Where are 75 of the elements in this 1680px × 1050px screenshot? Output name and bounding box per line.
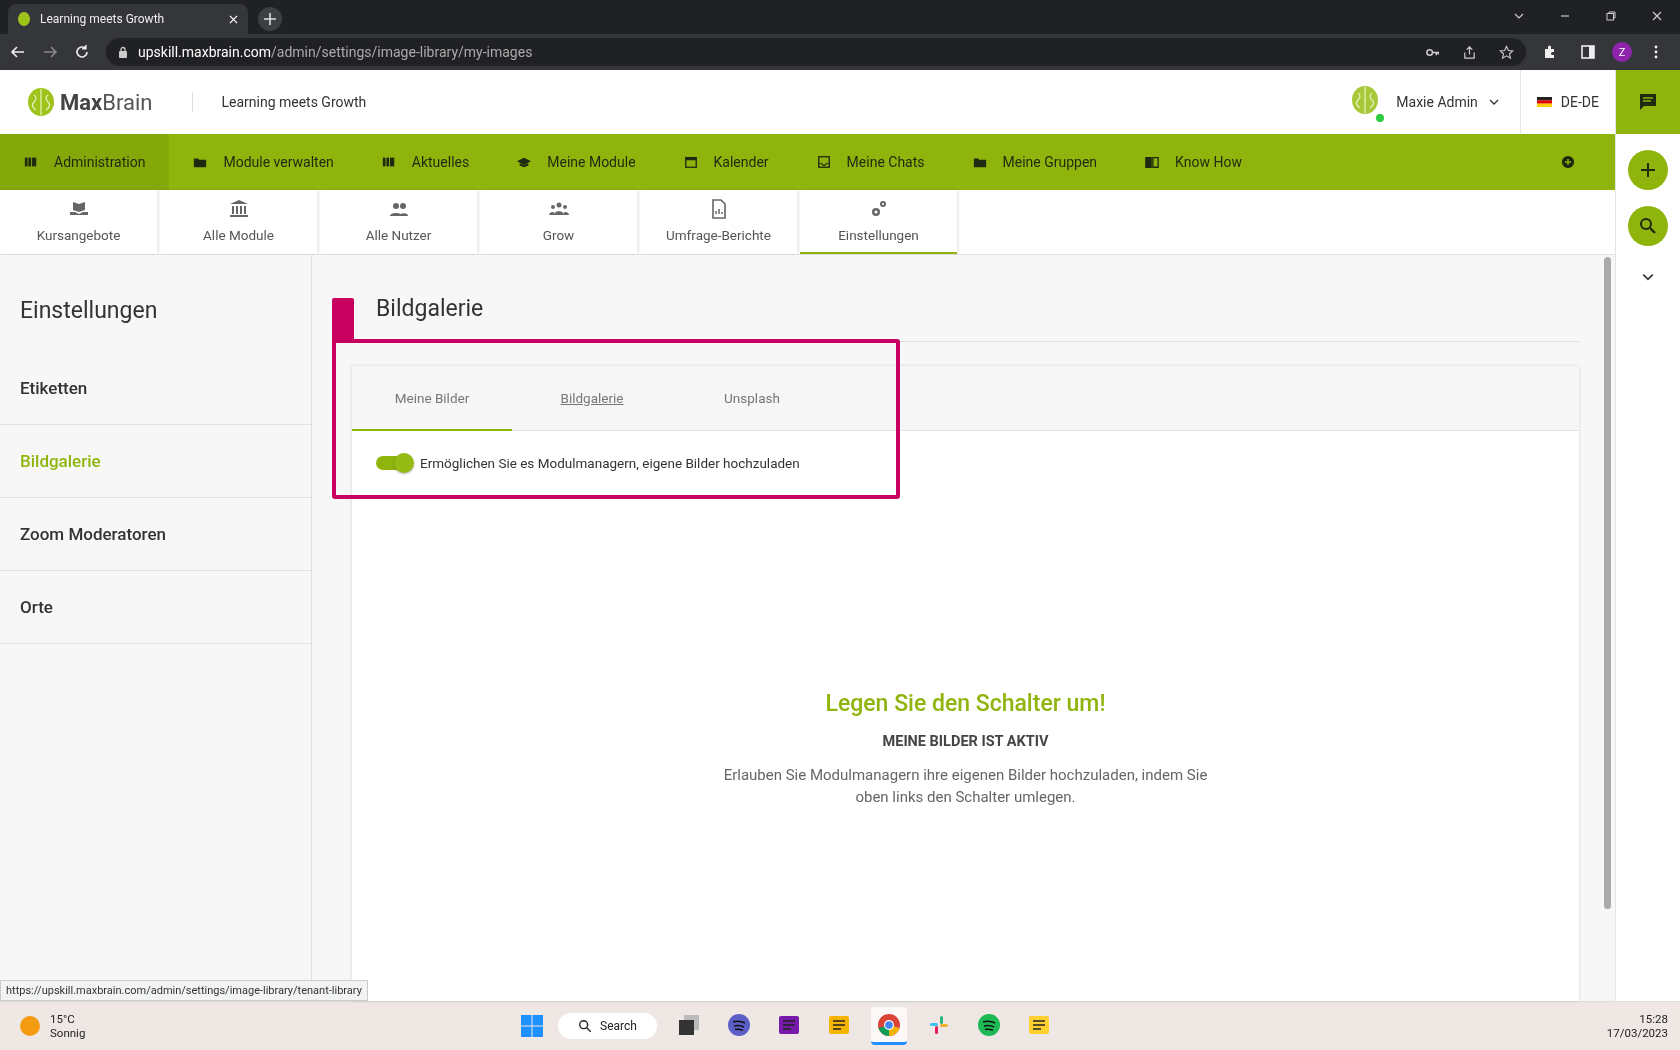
scrollbar[interactable] <box>1603 257 1611 909</box>
empty-state-heading: Legen Sie den Schalter um! <box>825 690 1106 717</box>
share-icon[interactable] <box>1462 44 1477 60</box>
weather-condition: Sonnig <box>50 1026 86 1040</box>
back-icon[interactable] <box>10 44 26 60</box>
plus-circle-icon[interactable] <box>1561 155 1575 169</box>
chat-button[interactable] <box>1616 70 1680 134</box>
subnav-tab[interactable]: Kursangebote <box>0 190 157 254</box>
empty-state-description: Erlauben Sie Modulmanagern ihre eigenen Bilder hochzuladen, indem Sie oben links den Schalter umlegen. <box>722 765 1209 808</box>
sun-icon <box>20 1016 40 1036</box>
temperature: 15°C <box>50 1012 76 1026</box>
reload-icon[interactable] <box>74 44 90 60</box>
sidebar-title: Einstellungen <box>19 296 159 326</box>
search-icon <box>578 1019 592 1033</box>
calendar-icon <box>683 155 698 169</box>
tab-title: Learning meets Growth <box>40 12 166 26</box>
title-marker <box>332 298 354 342</box>
logo[interactable]: MaxBrain <box>60 89 153 115</box>
app-icon <box>726 1012 751 1037</box>
bank-icon <box>228 199 249 219</box>
status-url: https://upskill.maxbrain.com/admin/settings/image-library/tenant-library <box>0 980 368 1001</box>
plus-icon <box>1638 160 1658 180</box>
profile-avatar[interactable]: Z <box>1612 42 1632 62</box>
sidebar-item[interactable]: Zoom Moderatoren <box>0 498 311 571</box>
subnav-tab[interactable]: Umfrage-Berichte <box>640 190 797 254</box>
clock-time: 15:28 <box>1639 1012 1668 1026</box>
address-field[interactable]: upskill.maxbrain.com/admin/settings/image-library/my-images <box>106 38 1526 66</box>
subnav-tab[interactable]: Grow <box>480 190 637 254</box>
empty-state-status: MEINE BILDER IST AKTIV <box>882 733 1049 750</box>
tab[interactable]: Meine Bilder <box>352 366 512 431</box>
windows-start-icon[interactable] <box>520 1014 544 1038</box>
new-tab-icon[interactable] <box>258 7 282 31</box>
tab[interactable]: Unsplash <box>672 366 832 431</box>
nav-item[interactable]: Kalender <box>659 134 793 190</box>
forward-icon[interactable] <box>42 44 58 60</box>
app-icon <box>876 1012 901 1037</box>
tagline: Learning meets Growth <box>221 94 367 110</box>
flag-icon <box>1536 97 1552 107</box>
nav-item[interactable]: Administration <box>0 134 170 190</box>
nav-item[interactable]: Meine Chats <box>792 134 949 190</box>
restore-icon[interactable] <box>1605 10 1617 22</box>
star-icon[interactable] <box>1499 44 1514 60</box>
search-icon <box>1638 216 1658 236</box>
nav-item[interactable]: Aktuelles <box>357 134 494 190</box>
cap-icon <box>517 155 532 169</box>
toggle-label: Ermöglichen Sie es Modulmanagern, eigene Bilder hochzuladen <box>420 455 800 471</box>
add-button[interactable] <box>1628 150 1668 190</box>
nav-item[interactable]: Meine Gruppen <box>948 134 1122 190</box>
app-icon <box>976 1012 1001 1037</box>
lock-icon <box>118 46 128 58</box>
tab[interactable]: Bildgalerie <box>512 366 672 431</box>
library-icon <box>24 155 38 169</box>
library-icon <box>381 155 396 169</box>
user-menu[interactable]: Maxie Admin <box>1396 94 1478 110</box>
brain-logo-icon <box>26 86 56 118</box>
chat-icon <box>1638 92 1658 112</box>
sidebar-item[interactable]: Orte <box>0 571 311 644</box>
nav-item[interactable]: Meine Module <box>493 134 660 190</box>
clock-date: 17/03/2023 <box>1606 1026 1668 1040</box>
subnav-tab[interactable]: Alle Module <box>160 190 317 254</box>
toggle-switch[interactable] <box>376 456 412 470</box>
nav-item[interactable]: Module verwalten <box>169 134 358 190</box>
search-button[interactable] <box>1628 206 1668 246</box>
language-selector[interactable]: DE-DE <box>1560 94 1599 110</box>
sidebar-icon[interactable] <box>1580 44 1596 60</box>
window-stack-icon <box>676 1012 701 1037</box>
subnav-tab[interactable]: Alle Nutzer <box>320 190 477 254</box>
close-icon[interactable] <box>1651 10 1663 22</box>
inbox-icon <box>816 155 831 169</box>
nav-item[interactable]: Know How <box>1121 134 1266 190</box>
page-title: Bildgalerie <box>376 294 484 322</box>
taskbar-search[interactable]: Search <box>558 1013 657 1039</box>
browser-tab[interactable]: Learning meets Growth <box>8 4 248 34</box>
book-icon <box>1145 155 1160 169</box>
sidebar-item[interactable]: Etiketten <box>0 352 311 425</box>
